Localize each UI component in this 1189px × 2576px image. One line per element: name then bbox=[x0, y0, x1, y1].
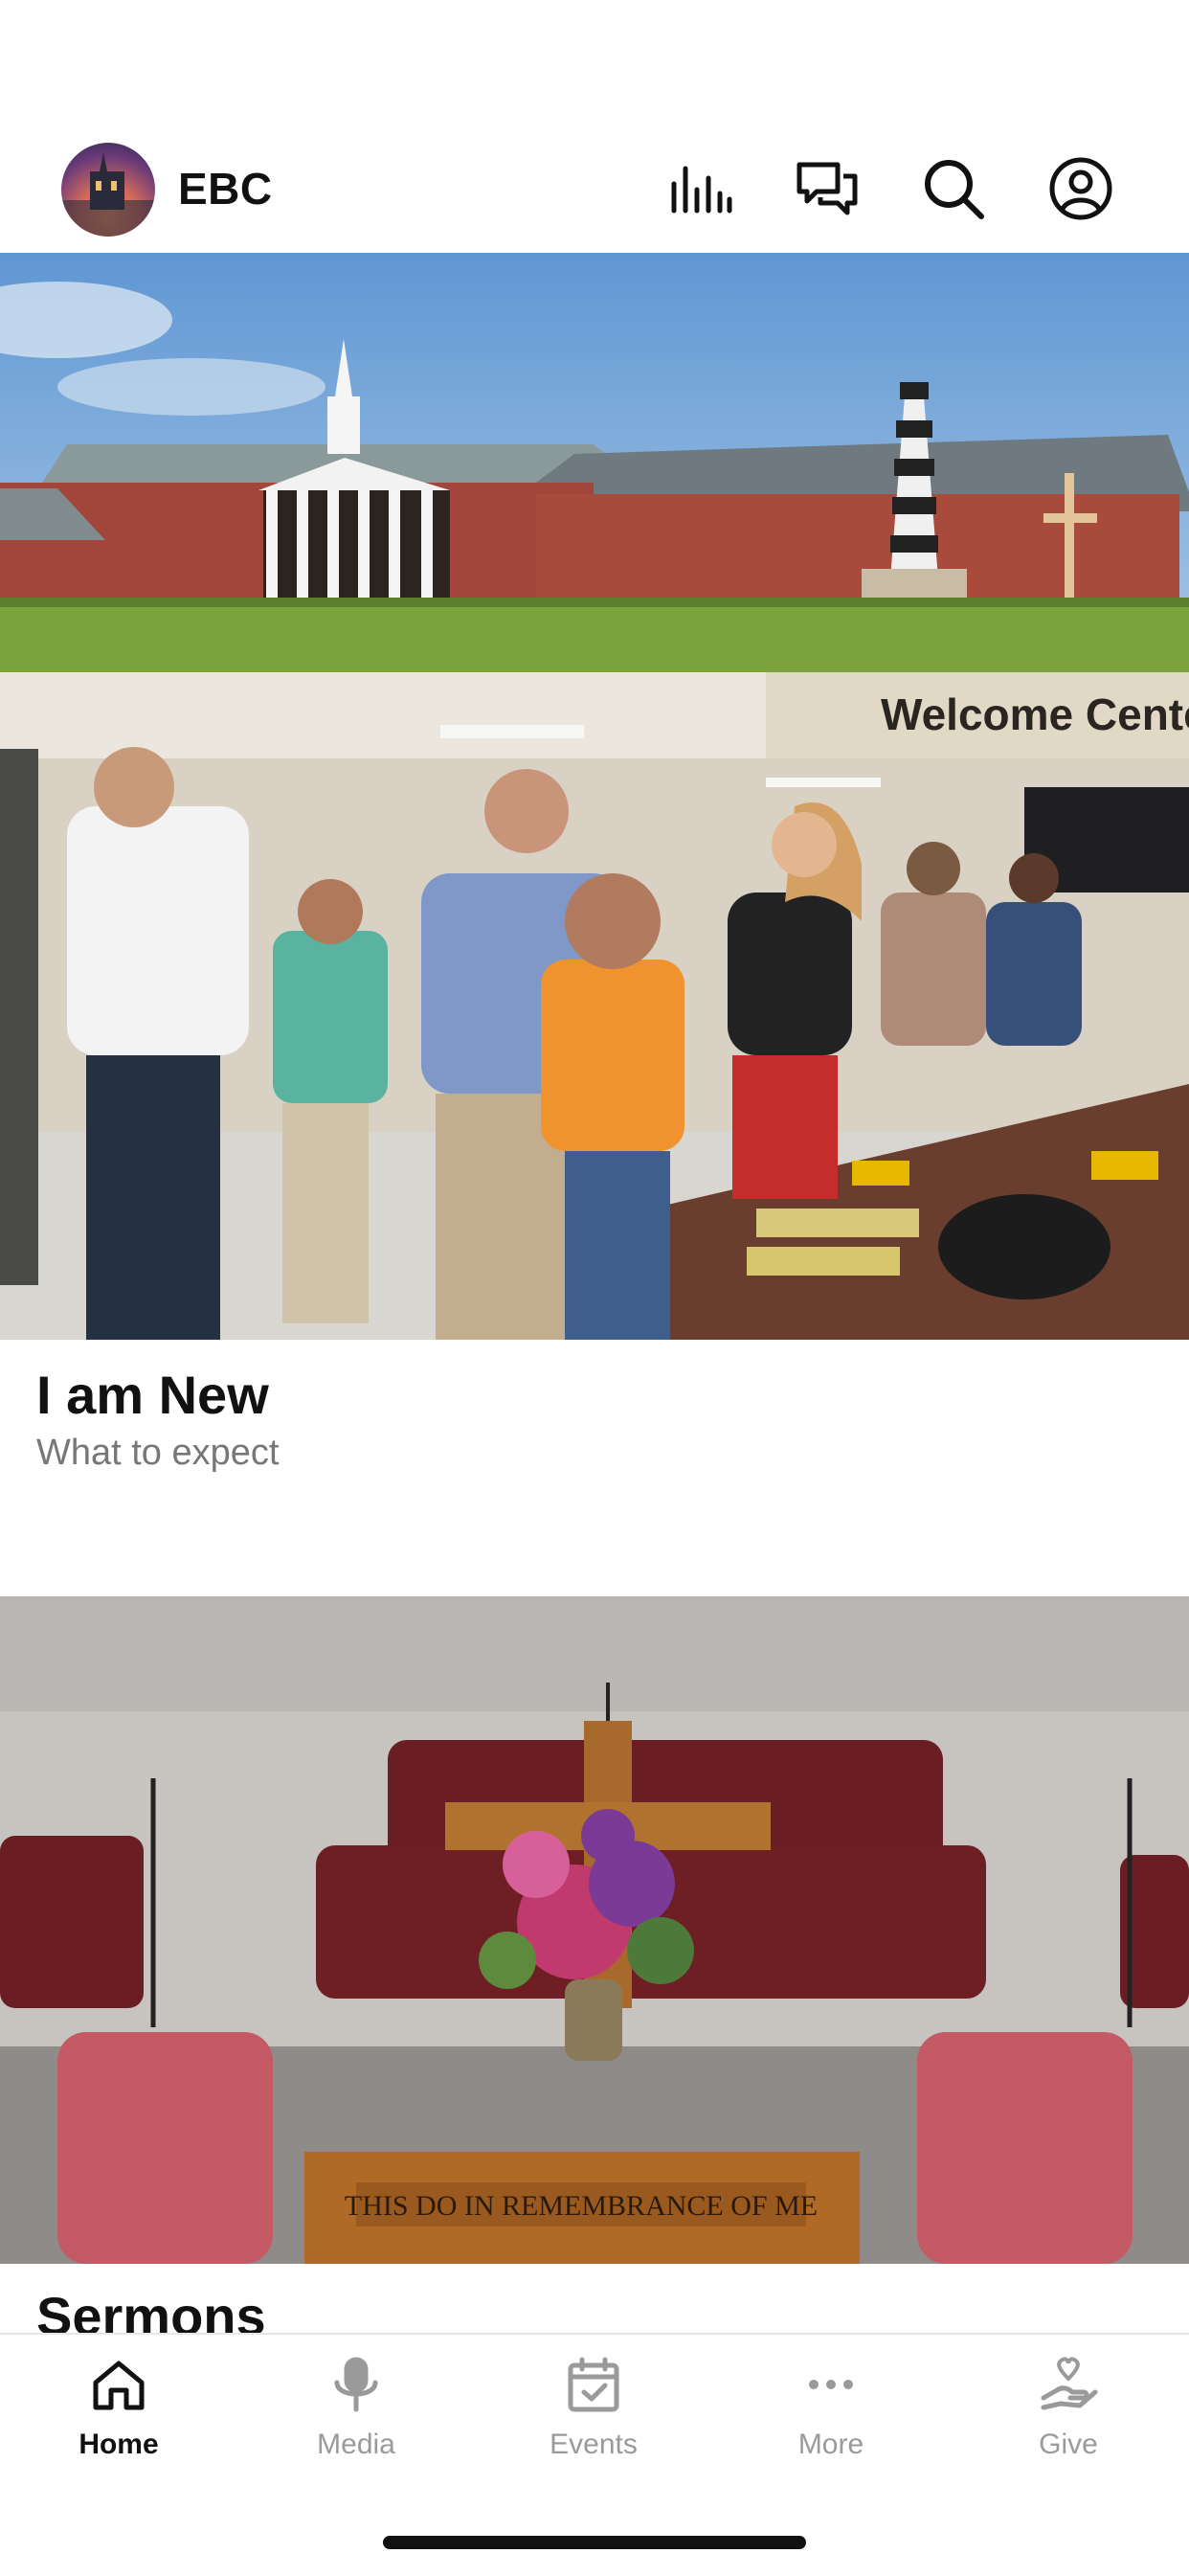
home-indicator[interactable] bbox=[383, 2536, 806, 2549]
tab-home[interactable]: Home bbox=[23, 2354, 214, 2488]
give-heart-hand-icon bbox=[1041, 2357, 1098, 2410]
search-icon[interactable] bbox=[920, 155, 987, 222]
sanctuary-altar-photo: THIS DO IN REMEMBRANCE OF ME bbox=[0, 1596, 1189, 2264]
altar-inscription: THIS DO IN REMEMBRANCE OF ME bbox=[345, 2190, 818, 2222]
tab-label-events: Events bbox=[550, 2429, 638, 2460]
church-building-photo bbox=[0, 253, 1189, 672]
tab-give[interactable]: Give bbox=[973, 2354, 1164, 2488]
card-subtitle-what-to-expect[interactable]: What to expect bbox=[36, 1433, 279, 1474]
microphone-icon bbox=[334, 2357, 378, 2412]
church-logo-avatar[interactable] bbox=[61, 143, 155, 237]
more-dots-icon bbox=[809, 2380, 853, 2389]
tab-label-give: Give bbox=[1039, 2429, 1098, 2460]
audio-bars-icon[interactable] bbox=[666, 155, 733, 222]
welcome-center-photo: Welcome Center bbox=[0, 672, 1189, 1340]
card-title-i-am-new[interactable]: I am New bbox=[36, 1364, 269, 1426]
app-name: EBC bbox=[178, 164, 273, 214]
app-header: EBC bbox=[0, 0, 1189, 253]
chat-icon[interactable] bbox=[794, 155, 861, 222]
home-icon bbox=[93, 2361, 145, 2410]
tab-media[interactable]: Media bbox=[260, 2354, 452, 2488]
profile-icon[interactable] bbox=[1047, 155, 1114, 222]
tab-label-home: Home bbox=[79, 2429, 159, 2460]
tab-events[interactable]: Events bbox=[498, 2354, 689, 2488]
welcome-center-sign: Welcome Center bbox=[881, 689, 1189, 739]
tab-more[interactable]: More bbox=[735, 2354, 927, 2488]
calendar-icon bbox=[568, 2357, 619, 2412]
tab-label-media: Media bbox=[317, 2429, 395, 2460]
tab-label-more: More bbox=[797, 2429, 864, 2460]
